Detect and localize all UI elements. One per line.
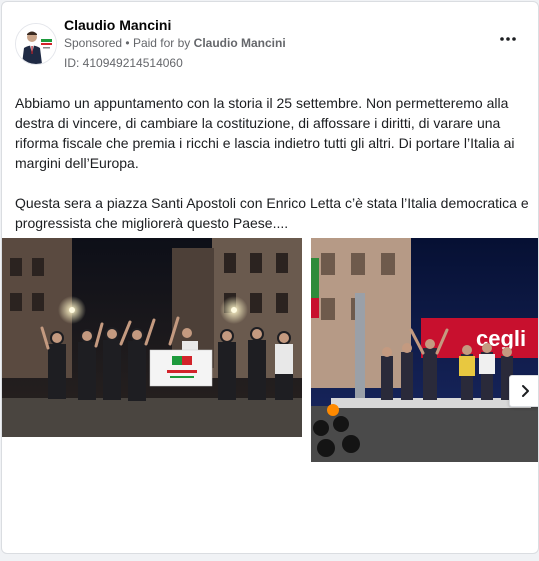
- sponsored-line: Sponsored • Paid for by Claudio Mancini: [64, 36, 286, 50]
- author-name[interactable]: Claudio Mancini: [64, 17, 171, 33]
- paid-for-name[interactable]: Claudio Mancini: [194, 36, 286, 50]
- separator-dot: •: [125, 36, 133, 50]
- avatar-portrait-icon: [16, 24, 56, 64]
- rally-group-photo: [2, 238, 302, 437]
- sponsored-label: Sponsored: [64, 36, 123, 50]
- paid-for-prefix: Paid for by: [132, 36, 191, 50]
- ad-id: ID: 410949214514060: [64, 56, 183, 70]
- more-options-icon: [500, 37, 516, 41]
- carousel-image[interactable]: cegli: [311, 238, 538, 462]
- image-carousel[interactable]: cegli: [2, 238, 538, 464]
- rally-stage-photo: cegli: [311, 238, 538, 462]
- avatar[interactable]: [15, 23, 57, 65]
- chevron-right-icon: [522, 385, 529, 397]
- post-text: Abbiamo un appuntamento con la storia il…: [15, 93, 529, 233]
- post-paragraph: Questa sera a piazza Santi Apostoli con …: [15, 195, 529, 231]
- ad-card: Claudio Mancini Sponsored • Paid for by …: [1, 1, 539, 554]
- more-options-button[interactable]: [495, 29, 521, 49]
- post-paragraph: Abbiamo un appuntamento con la storia il…: [15, 95, 515, 171]
- carousel-image[interactable]: [2, 238, 302, 437]
- carousel-next-button[interactable]: [509, 375, 538, 407]
